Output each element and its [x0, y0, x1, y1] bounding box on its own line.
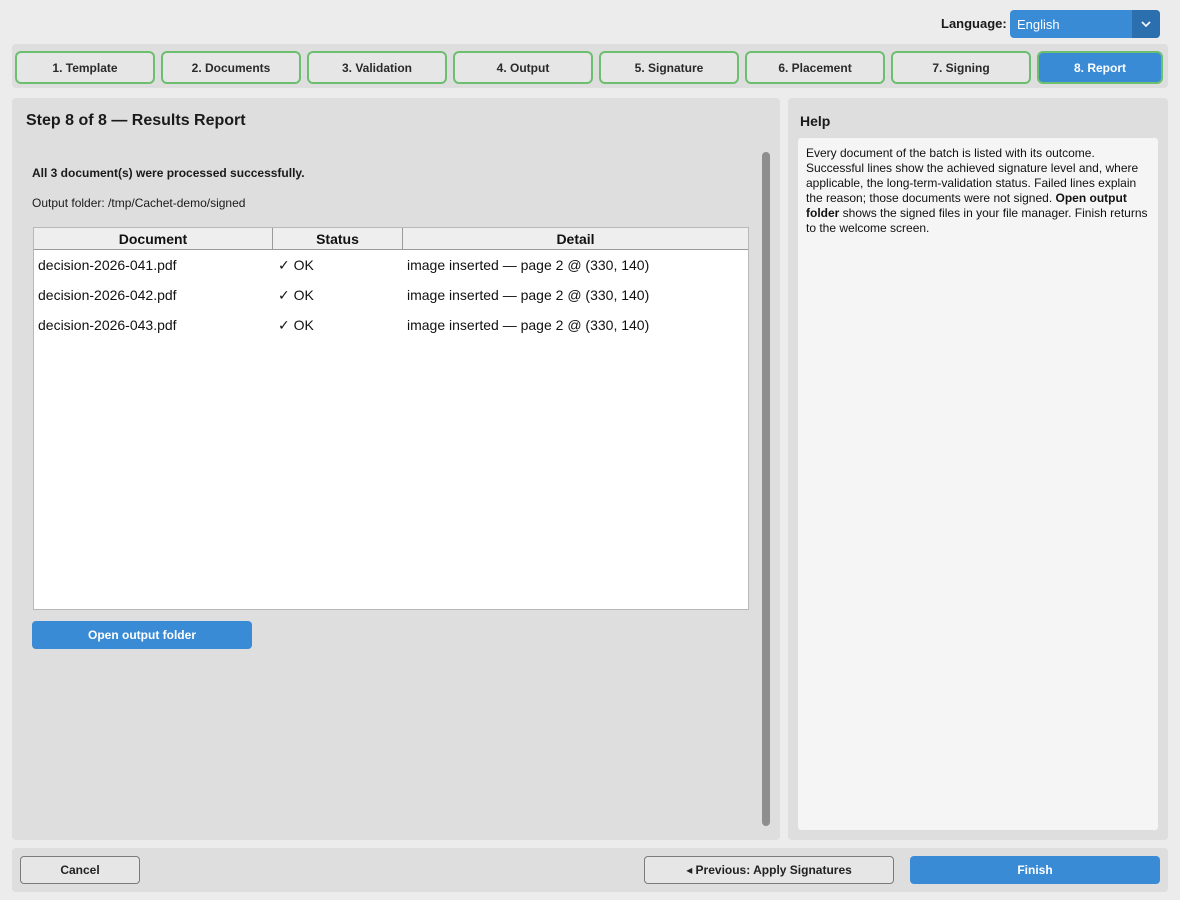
- cell-detail: image inserted — page 2 @ (330, 140): [407, 257, 650, 273]
- page-title: Step 8 of 8 — Results Report: [26, 112, 246, 129]
- cell-status: ✓ OK: [278, 286, 314, 303]
- vertical-scrollbar[interactable]: [762, 152, 770, 826]
- help-text-continued: shows the signed files in your file mana…: [806, 206, 1148, 235]
- tab-report[interactable]: 8. Report: [1037, 51, 1163, 84]
- help-text-box: Every document of the batch is listed wi…: [798, 138, 1158, 830]
- column-header-document[interactable]: Document: [34, 228, 273, 249]
- tab-output[interactable]: 4. Output: [453, 51, 593, 84]
- tab-documents[interactable]: 2. Documents: [161, 51, 301, 84]
- cell-document: decision-2026-042.pdf: [38, 287, 177, 303]
- language-selected-value: English: [1017, 16, 1060, 32]
- output-folder-text: Output folder: /tmp/Cachet-demo/signed: [32, 196, 246, 210]
- previous-button[interactable]: ◂ Previous: Apply Signatures: [644, 856, 894, 884]
- tab-signature[interactable]: 5. Signature: [599, 51, 739, 84]
- step-tabs-bar: 1. Template 2. Documents 3. Validation 4…: [12, 44, 1168, 88]
- cell-detail: image inserted — page 2 @ (330, 140): [407, 317, 650, 333]
- column-header-status[interactable]: Status: [273, 228, 403, 249]
- tab-placement[interactable]: 6. Placement: [745, 51, 885, 84]
- table-row[interactable]: decision-2026-043.pdf ✓ OK image inserte…: [34, 310, 748, 340]
- finish-button[interactable]: Finish: [910, 856, 1160, 884]
- open-output-folder-button[interactable]: Open output folder: [32, 621, 252, 649]
- chevron-down-icon[interactable]: [1132, 10, 1160, 38]
- cancel-button[interactable]: Cancel: [20, 856, 140, 884]
- tab-template[interactable]: 1. Template: [15, 51, 155, 84]
- language-select[interactable]: English: [1010, 10, 1160, 38]
- summary-text: All 3 document(s) were processed success…: [32, 166, 305, 180]
- cell-status: ✓ OK: [278, 256, 314, 273]
- table-header: Document Status Detail: [34, 228, 748, 250]
- results-table: Document Status Detail decision-2026-041…: [33, 227, 749, 610]
- language-label: Language:: [941, 16, 1007, 31]
- cell-document: decision-2026-041.pdf: [38, 257, 177, 273]
- cell-document: decision-2026-043.pdf: [38, 317, 177, 333]
- help-title: Help: [800, 113, 831, 129]
- tab-signing[interactable]: 7. Signing: [891, 51, 1031, 84]
- table-row[interactable]: decision-2026-041.pdf ✓ OK image inserte…: [34, 250, 748, 280]
- cell-detail: image inserted — page 2 @ (330, 140): [407, 287, 650, 303]
- cell-status: ✓ OK: [278, 316, 314, 333]
- column-header-detail[interactable]: Detail: [403, 228, 748, 249]
- tab-validation[interactable]: 3. Validation: [307, 51, 447, 84]
- table-row[interactable]: decision-2026-042.pdf ✓ OK image inserte…: [34, 280, 748, 310]
